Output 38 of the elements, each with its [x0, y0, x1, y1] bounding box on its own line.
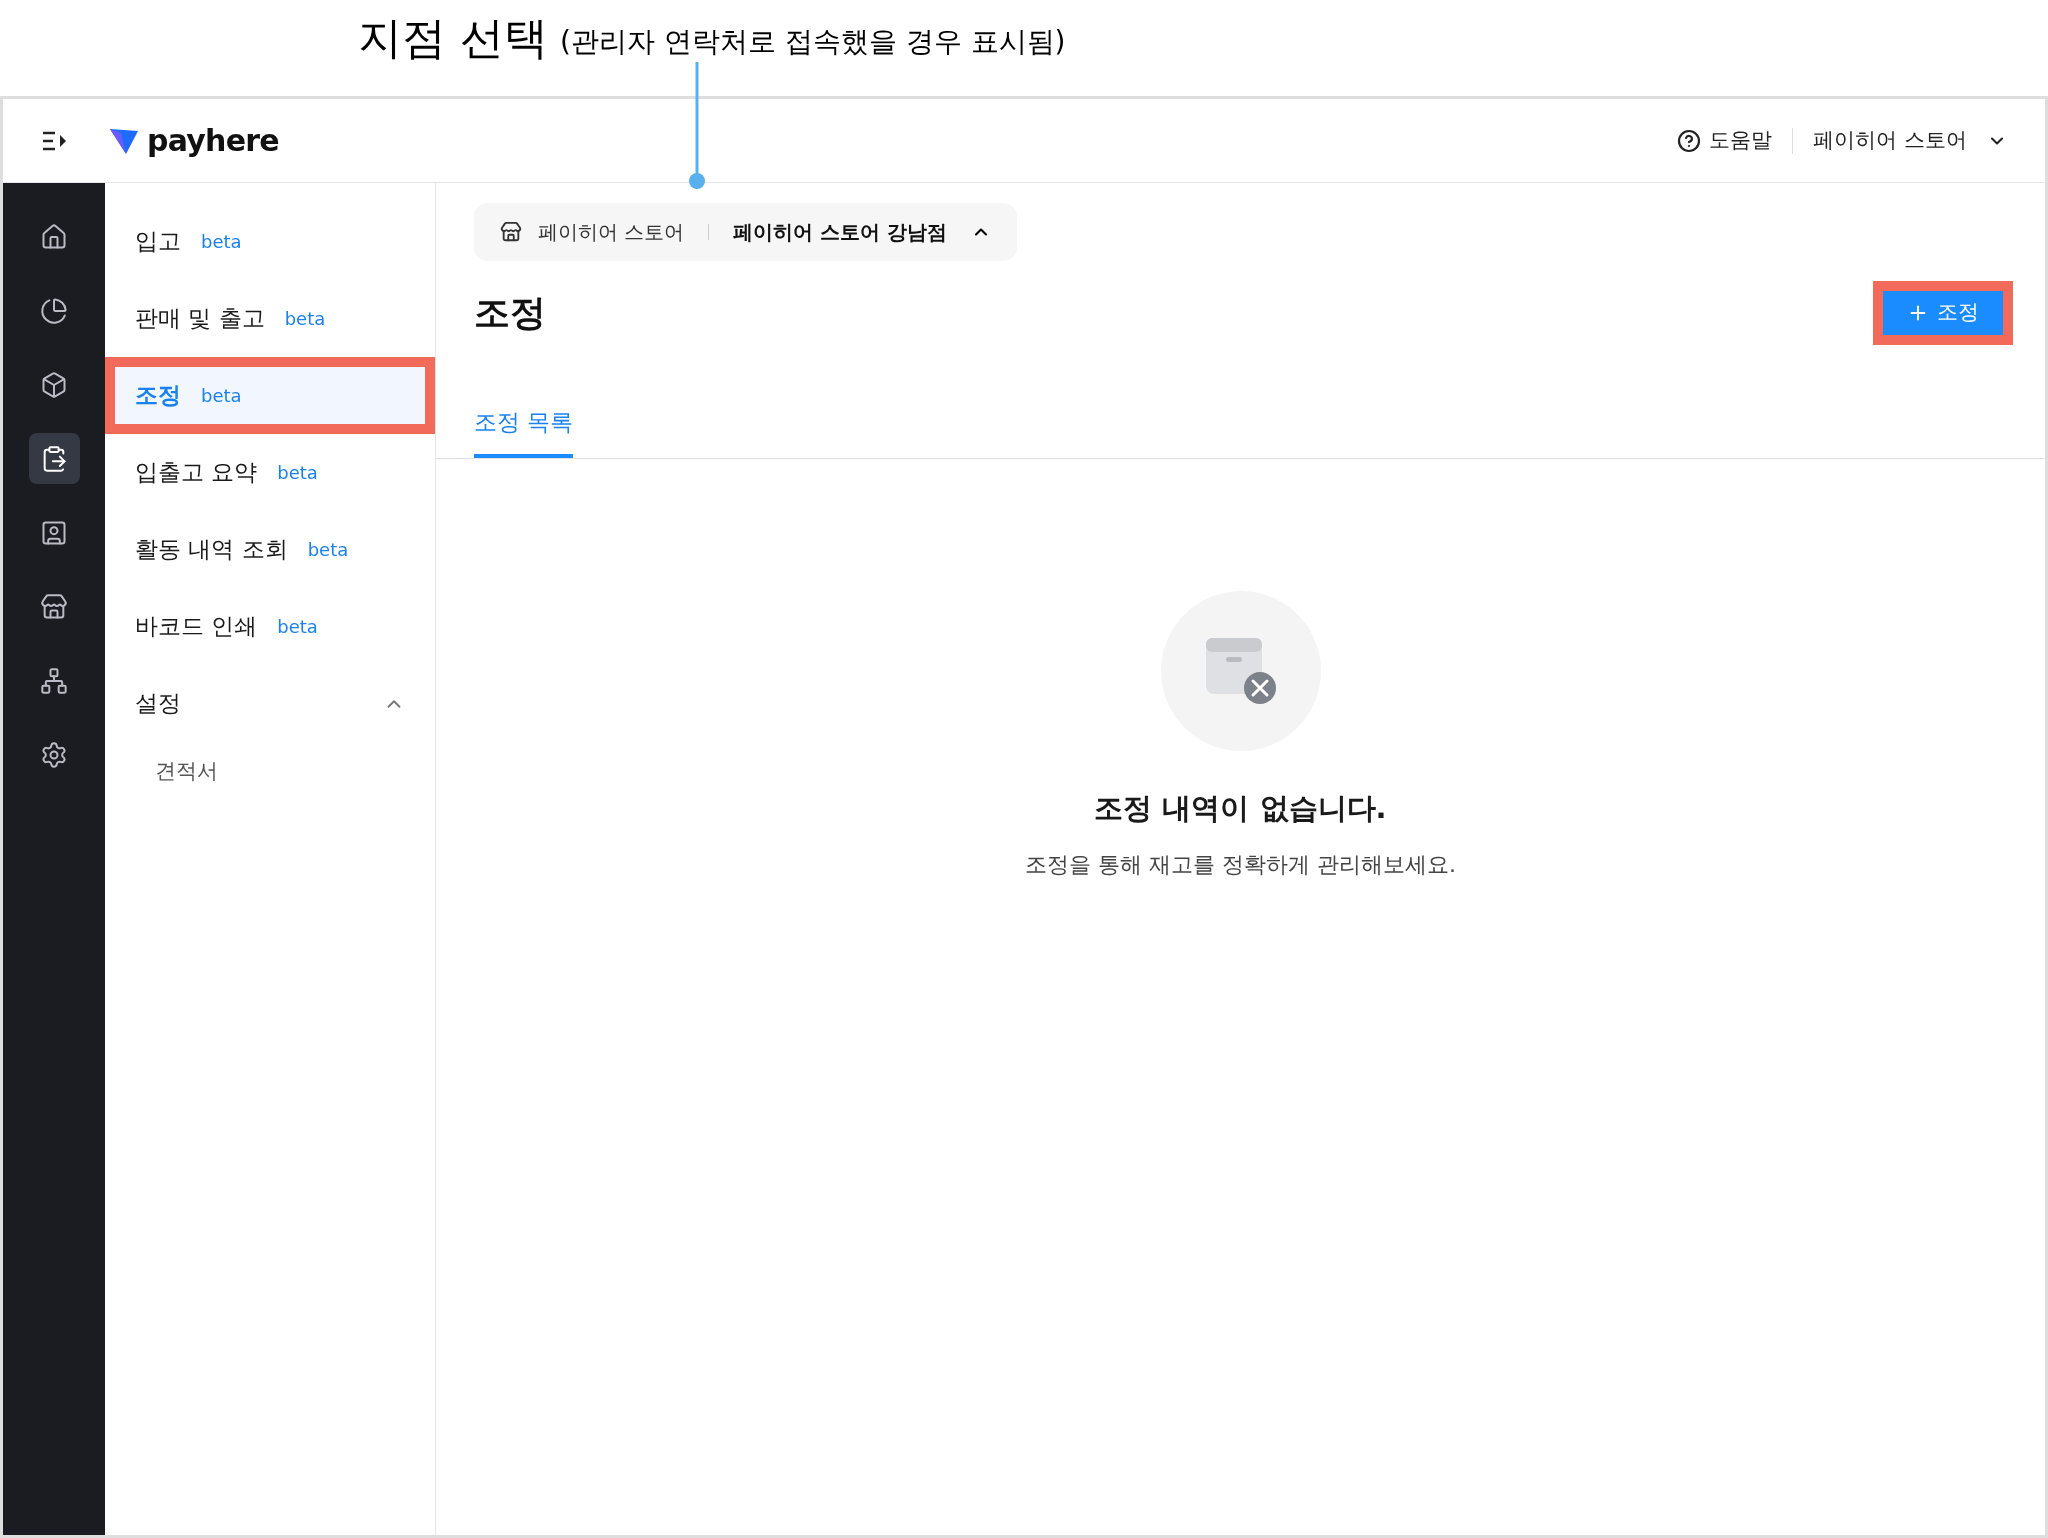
item-label: 활동 내역 조회	[135, 535, 288, 565]
annotation-note: (관리자 연락처로 접속했을 경우 표시됨)	[560, 24, 1066, 60]
annotation-title: 지점 선택	[358, 11, 548, 65]
beta-tag: beta	[277, 613, 318, 640]
submenu-item[interactable]: 조정 beta	[115, 367, 425, 424]
empty-box-icon	[1203, 635, 1278, 706]
logo-text: payhere	[147, 122, 279, 160]
tab[interactable]: 조정 목록	[474, 405, 574, 458]
settings-icon	[40, 740, 68, 769]
item-label: 입출고 요약	[135, 458, 258, 488]
beta-tag: beta	[307, 536, 349, 563]
pie-chart-icon	[40, 296, 68, 325]
page-title: 조정	[474, 291, 546, 335]
item-label: 판매 및 출고	[135, 304, 265, 334]
account-menu[interactable]: 페이히어 스토어	[1813, 124, 2007, 157]
cube-icon	[40, 370, 68, 399]
nav-button[interactable]	[28, 433, 80, 484]
hierarchy-icon	[40, 666, 68, 695]
help-link[interactable]: 도움말	[1677, 124, 1773, 157]
beta-tag: beta	[284, 305, 326, 332]
beta-tag: beta	[201, 382, 242, 409]
logo-icon	[109, 126, 139, 155]
item-label: 입고	[135, 227, 181, 257]
settings-group-header[interactable]: 설정	[105, 665, 435, 742]
help-icon	[1677, 128, 1702, 153]
store-icon	[500, 221, 522, 243]
empty-state-message: 조정을 통해 재고를 정확하게 관리해보세요.	[1025, 851, 1456, 879]
empty-state-title: 조정 내역이 없습니다.	[1094, 789, 1387, 827]
beta-tag: beta	[201, 228, 242, 255]
beta-tag: beta	[277, 459, 318, 486]
store-selector[interactable]: 페이히어 스토어 페이히어 스토어 강남점	[474, 203, 1018, 261]
brand-name: 페이히어 스토어	[538, 219, 685, 246]
store-icon	[40, 592, 68, 621]
item-label: 조정	[135, 381, 181, 411]
branch-name: 페이히어 스토어 강남점	[733, 219, 948, 246]
submenu-subitem[interactable]: 견적서	[105, 742, 218, 802]
home-icon	[40, 222, 68, 251]
item-label: 바코드 인쇄	[135, 612, 258, 642]
